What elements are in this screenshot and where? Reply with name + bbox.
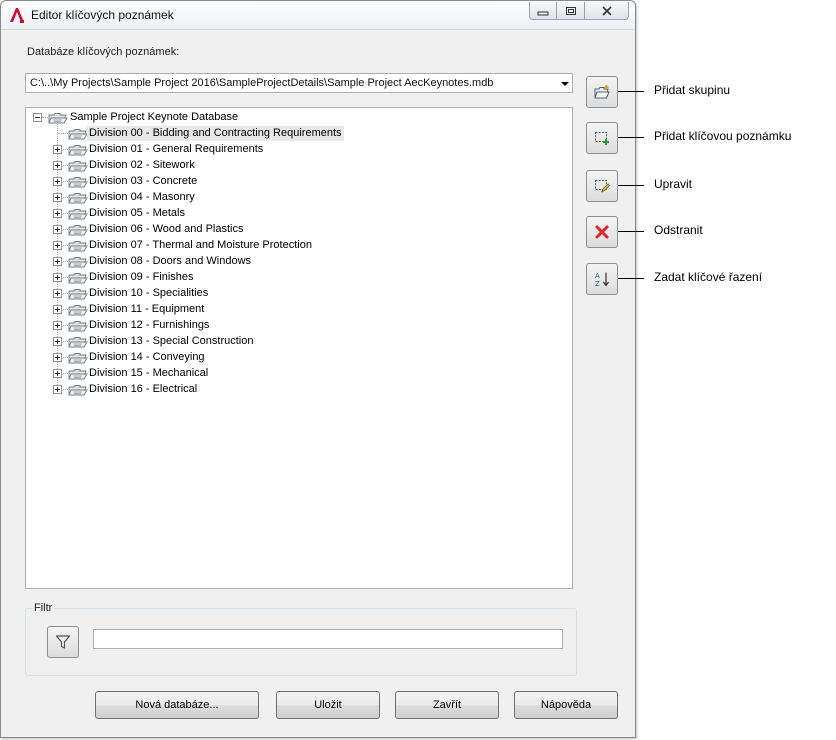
- expand-node-toggle[interactable]: [53, 209, 62, 218]
- callout-leader-line: [618, 185, 644, 186]
- expand-node-toggle[interactable]: [53, 257, 62, 266]
- callout-leader-line: [618, 137, 644, 138]
- chevron-down-icon[interactable]: [561, 82, 569, 86]
- help-button[interactable]: Nápověda: [514, 691, 618, 719]
- keynote-folder-icon: [68, 384, 88, 396]
- minimize-icon: [537, 11, 549, 15]
- tree-item-label[interactable]: Division 07 - Thermal and Moisture Prote…: [87, 238, 314, 253]
- keynote-folder-icon: [68, 272, 88, 284]
- expand-node-toggle[interactable]: [53, 225, 62, 234]
- keynote-folder-icon: [68, 304, 88, 316]
- expand-node-toggle[interactable]: [53, 289, 62, 298]
- sort-button[interactable]: AZ: [586, 263, 618, 295]
- expand-node-toggle[interactable]: [53, 305, 62, 314]
- tree-item-label[interactable]: Division 01 - General Requirements: [87, 142, 265, 157]
- expand-node-toggle[interactable]: [53, 145, 62, 154]
- keynote-folder-icon: [68, 144, 88, 156]
- tree-item-label[interactable]: Division 04 - Masonry: [87, 190, 197, 205]
- tree-root-label[interactable]: Sample Project Keynote Database: [68, 110, 240, 125]
- tree-item-label[interactable]: Division 12 - Furnishings: [87, 318, 211, 333]
- close-icon: [601, 5, 612, 16]
- collapse-root-toggle[interactable]: [33, 113, 42, 122]
- tree-item-label[interactable]: Division 13 - Special Construction: [87, 334, 255, 349]
- funnel-icon: [55, 635, 71, 649]
- expand-node-toggle[interactable]: [53, 177, 62, 186]
- database-path-dropdown[interactable]: C:\..\My Projects\Sample Project 2016\Sa…: [25, 73, 573, 93]
- close-window-button[interactable]: [585, 2, 629, 20]
- tree-connector: [58, 133, 68, 134]
- keynote-editor-window: Editor klíčových poznámek Databáze klíčo…: [0, 0, 636, 738]
- callout-leader-line: [618, 278, 644, 279]
- keynote-folder-icon: [68, 240, 88, 252]
- tree-item-label[interactable]: Division 00 - Bidding and Contracting Re…: [87, 126, 344, 141]
- expand-node-toggle[interactable]: [53, 161, 62, 170]
- close-button[interactable]: Zavřít: [395, 691, 499, 719]
- add-group-button[interactable]: [586, 76, 618, 108]
- callout-label: Odstranit: [654, 223, 703, 237]
- callout-label: Zadat klíčové řazení: [654, 270, 763, 284]
- filter-label: Filtr: [33, 602, 54, 614]
- keynote-folder-icon: [48, 112, 68, 124]
- edit-button[interactable]: [586, 170, 618, 202]
- keynote-folder-icon: [68, 208, 88, 220]
- tree-item-label[interactable]: Division 16 - Electrical: [87, 382, 199, 397]
- filter-button[interactable]: [47, 626, 79, 658]
- expand-node-toggle[interactable]: [53, 241, 62, 250]
- callout-label: Přidat skupinu: [654, 83, 731, 97]
- svg-text:A: A: [595, 272, 600, 280]
- tree-item-label[interactable]: Division 09 - Finishes: [87, 270, 196, 285]
- expand-node-toggle[interactable]: [53, 321, 62, 330]
- callout-label: Upravit: [654, 177, 693, 191]
- expand-node-toggle[interactable]: [53, 369, 62, 378]
- tree-item-label[interactable]: Division 14 - Conveying: [87, 350, 207, 365]
- tree-item-label[interactable]: Division 05 - Metals: [87, 206, 187, 221]
- keynote-folder-icon: [68, 320, 88, 332]
- window-title: Editor klíčových poznámek: [31, 8, 174, 22]
- tree-item-label[interactable]: Division 10 - Specialities: [87, 286, 210, 301]
- keynote-folder-icon: [68, 336, 88, 348]
- expand-node-toggle[interactable]: [53, 385, 62, 394]
- maximize-button[interactable]: [557, 2, 585, 20]
- keynote-folder-icon: [68, 224, 88, 236]
- add-keynote-button[interactable]: [586, 122, 618, 154]
- tree-item-label[interactable]: Division 11 - Equipment: [87, 302, 206, 317]
- new-database-button[interactable]: Nová databáze...: [95, 691, 259, 719]
- callout-label: Přidat klíčovou poznámku: [654, 129, 792, 143]
- expand-node-toggle[interactable]: [53, 353, 62, 362]
- tree-item-label[interactable]: Division 03 - Concrete: [87, 174, 199, 189]
- callout-leader-line: [618, 91, 644, 92]
- expand-node-toggle[interactable]: [53, 273, 62, 282]
- minimize-button[interactable]: [529, 2, 557, 20]
- keynote-folder-icon: [68, 176, 88, 188]
- window-controls: [529, 2, 629, 22]
- save-button[interactable]: Uložit: [276, 691, 380, 719]
- expand-node-toggle[interactable]: [53, 337, 62, 346]
- keynote-folder-icon: [68, 192, 88, 204]
- maximize-icon: [565, 6, 576, 15]
- title-bar[interactable]: Editor klíčových poznámek: [1, 1, 635, 30]
- database-label: Databáze klíčových poznámek:: [27, 46, 180, 58]
- tree-item-label[interactable]: Division 02 - Sitework: [87, 158, 197, 173]
- keynote-folder-icon: [68, 288, 88, 300]
- tree-item-label[interactable]: Division 06 - Wood and Plastics: [87, 222, 245, 237]
- keynote-folder-icon: [68, 160, 88, 172]
- filter-input[interactable]: [93, 629, 563, 649]
- callout-leader-line: [618, 231, 644, 232]
- expand-node-toggle[interactable]: [53, 193, 62, 202]
- keynote-folder-icon: [68, 368, 88, 380]
- tree-item-label[interactable]: Division 08 - Doors and Windows: [87, 254, 253, 269]
- keynote-folder-icon: [68, 128, 88, 140]
- database-path-value: C:\..\My Projects\Sample Project 2016\Sa…: [30, 77, 494, 89]
- keynote-tree[interactable]: Sample Project Keynote Database Division …: [25, 107, 573, 589]
- svg-text:Z: Z: [595, 280, 600, 287]
- keynote-folder-icon: [68, 352, 88, 364]
- keynote-folder-icon: [68, 256, 88, 268]
- autocad-app-icon: [10, 8, 24, 23]
- tree-item-label[interactable]: Division 15 - Mechanical: [87, 366, 210, 381]
- delete-button[interactable]: [586, 216, 618, 248]
